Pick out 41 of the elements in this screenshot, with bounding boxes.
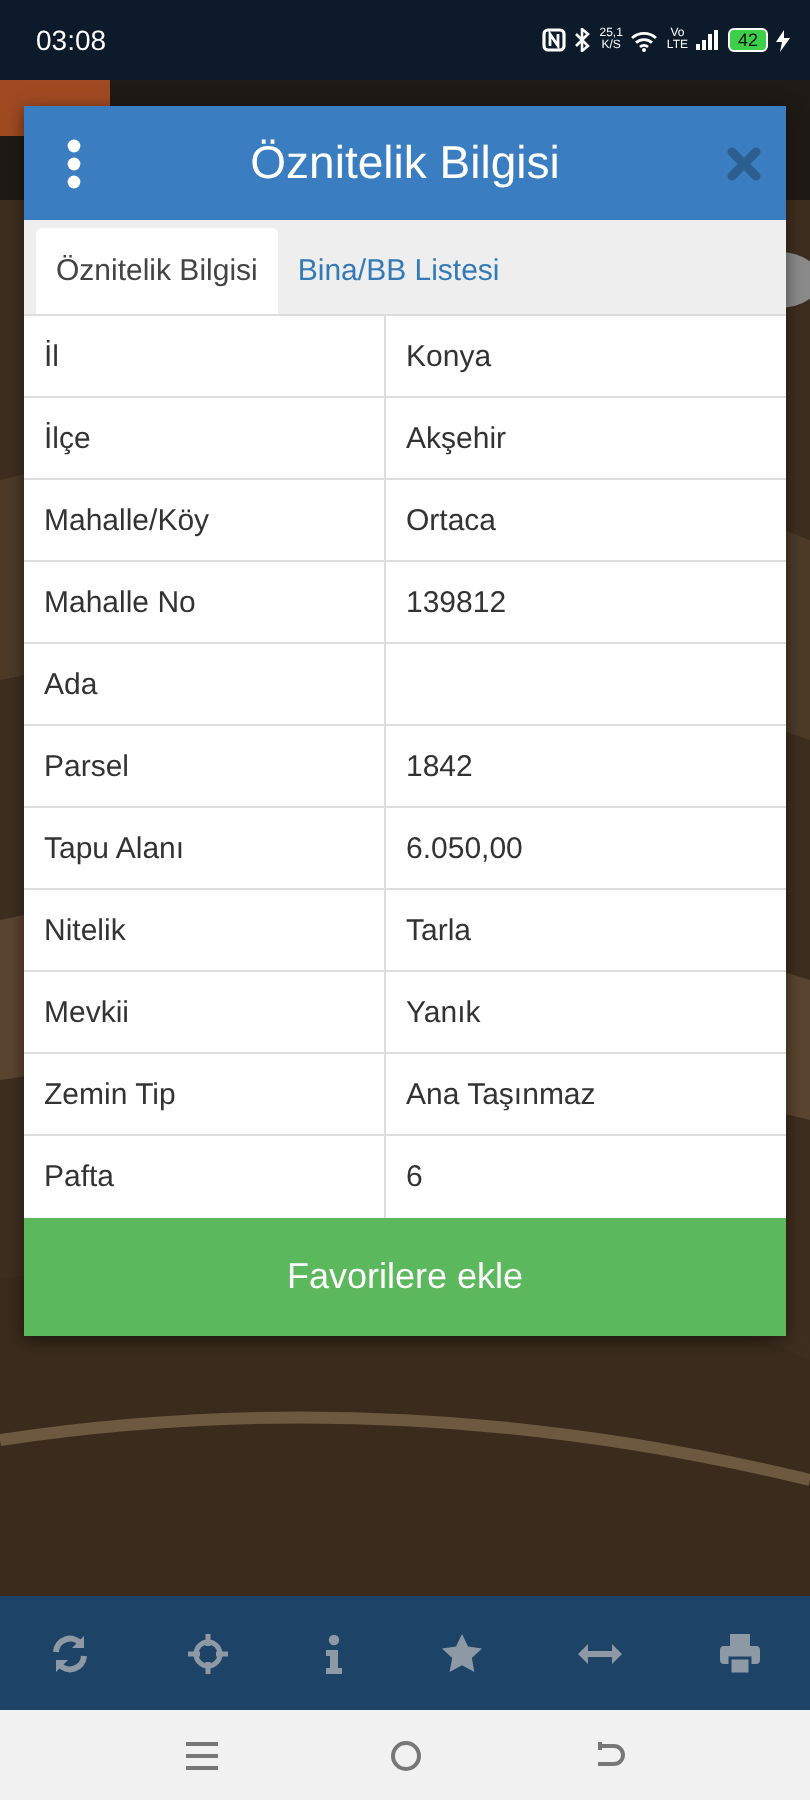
more-menu-icon[interactable] xyxy=(64,137,84,189)
refresh-icon[interactable] xyxy=(50,1633,90,1673)
clock-time: 03:08 xyxy=(36,24,107,56)
table-cell: Ada xyxy=(24,644,386,724)
star-icon[interactable] xyxy=(441,1634,482,1672)
dialog-title: Öznitelik Bilgisi xyxy=(250,136,560,190)
signal-icon xyxy=(695,30,720,50)
wifi-icon xyxy=(630,29,659,51)
double-arrow-icon[interactable] xyxy=(578,1643,623,1663)
table-cell-text: Konya xyxy=(404,337,494,377)
table-cell: Mevkii xyxy=(24,972,386,1052)
tab[interactable]: Bina/BB Listesi xyxy=(277,228,520,314)
charging-icon xyxy=(776,29,790,51)
info-icon[interactable] xyxy=(324,1633,345,1673)
table-cell-text: Tarla xyxy=(404,911,474,951)
printer-icon[interactable] xyxy=(719,1633,760,1673)
table-cell: İlçe xyxy=(24,398,386,478)
table-cell-text: Yanık xyxy=(404,993,483,1033)
tab[interactable]: Öznitelik Bilgisi xyxy=(36,228,278,314)
home-icon[interactable] xyxy=(389,1739,421,1771)
bluetooth-icon xyxy=(573,28,592,52)
table-cell-text: Akşehir xyxy=(404,419,509,459)
battery-level: 42 xyxy=(727,28,768,52)
table-cell-text: 6 xyxy=(404,1158,425,1198)
table-cell: Nitelik xyxy=(24,890,386,970)
table-cell: Parsel xyxy=(24,726,386,806)
table-cell-text: Ortaca xyxy=(404,501,499,541)
table-cell: Tapu Alanı xyxy=(24,808,386,888)
table-cell: Mahalle/Köy xyxy=(24,480,386,560)
table-cell-text: Ana Taşınmaz xyxy=(404,1075,598,1115)
table-cell: Mahalle No xyxy=(24,562,386,642)
back-icon[interactable] xyxy=(593,1741,625,1769)
crosshair-icon[interactable] xyxy=(187,1633,228,1673)
table-cell-text: 1842 xyxy=(404,747,475,787)
table-cell-text: 139812 xyxy=(404,583,509,623)
table-cell: İl xyxy=(24,316,386,396)
add-favorite-button[interactable]: Favorilere ekle xyxy=(24,1218,786,1336)
table-cell-text: 6.050,00 xyxy=(404,829,525,869)
nfc-icon xyxy=(541,28,566,52)
menu-icon[interactable] xyxy=(185,1741,217,1769)
table-cell: Zemin Tip xyxy=(24,1054,386,1134)
